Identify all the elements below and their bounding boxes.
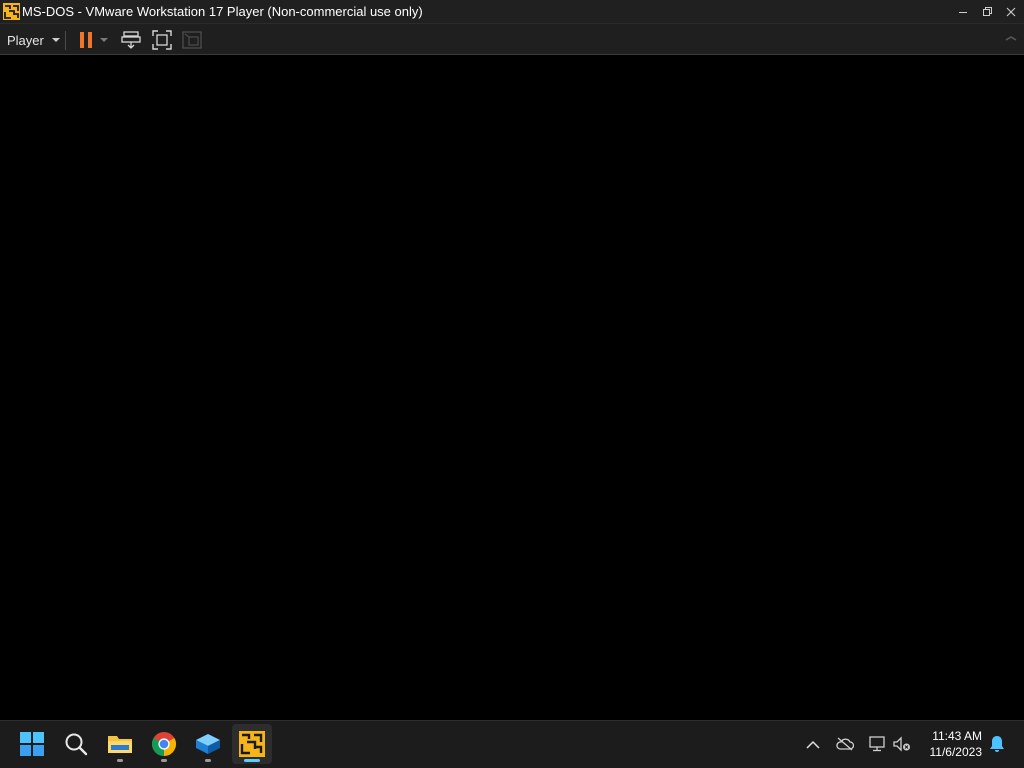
unity-button[interactable]: [181, 29, 203, 51]
vmware-icon: [3, 3, 20, 20]
chrome-icon: [151, 732, 177, 756]
clock-date: 11/6/2023: [929, 745, 983, 759]
send-ctrl-alt-del-button[interactable]: [120, 29, 142, 51]
windows-start-icon: [20, 732, 44, 756]
power-options-dropdown[interactable]: [97, 29, 111, 51]
collapse-toolbar-icon[interactable]: [1004, 34, 1018, 44]
network-status[interactable]: [866, 733, 888, 755]
pause-button[interactable]: [75, 29, 97, 51]
active-indicator: [244, 759, 260, 762]
minimize-button[interactable]: [951, 0, 975, 23]
network-icon: [869, 736, 885, 752]
chevron-up-icon: [806, 740, 820, 749]
volume-status[interactable]: [891, 733, 913, 755]
window-title: MS-DOS - VMware Workstation 17 Player (N…: [22, 4, 423, 19]
search-icon: [65, 733, 88, 756]
send-ctrl-alt-del-icon: [121, 31, 141, 49]
title-bar: MS-DOS - VMware Workstation 17 Player (N…: [0, 0, 1024, 23]
clock[interactable]: 11:43 AM 11/6/2023: [930, 728, 983, 760]
dropdown-caret-icon: [51, 37, 60, 42]
running-indicator: [117, 759, 123, 762]
onedrive-status[interactable]: [834, 733, 856, 755]
file-explorer-icon: [108, 736, 132, 753]
close-icon: [1006, 7, 1016, 16]
full-screen-icon: [152, 30, 172, 50]
file-explorer-button[interactable]: [100, 724, 140, 764]
sandbox-button[interactable]: [188, 724, 228, 764]
chrome-button[interactable]: [144, 724, 184, 764]
player-menu-label: Player: [7, 32, 44, 48]
unity-icon: [182, 31, 202, 49]
show-hidden-icons-button[interactable]: [802, 733, 824, 755]
vm-display[interactable]: [0, 55, 1024, 720]
windows-taskbar: 11:43 AM 11/6/2023: [0, 720, 1024, 768]
vmware-player-button[interactable]: [232, 724, 272, 764]
pause-icon: [80, 32, 92, 48]
cloud-off-icon: [836, 737, 854, 751]
start-button[interactable]: [12, 724, 52, 764]
minimize-icon: [959, 11, 967, 13]
search-button[interactable]: [56, 724, 96, 764]
maximize-button[interactable]: [975, 0, 999, 23]
maximize-icon: [983, 6, 992, 16]
clock-time: 11:43 AM: [932, 729, 982, 743]
toolbar-separator: [65, 31, 66, 50]
close-button[interactable]: [999, 0, 1023, 23]
notifications-button[interactable]: [986, 733, 1008, 755]
full-screen-button[interactable]: [151, 29, 173, 51]
bell-icon: [990, 736, 1004, 752]
vmware-toolbar: Player: [0, 23, 1024, 55]
running-indicator: [161, 759, 167, 762]
sandbox-icon: [196, 734, 220, 754]
dropdown-caret-icon: [100, 37, 108, 42]
speaker-muted-icon: [893, 736, 910, 752]
vmware-player-icon: [239, 731, 265, 757]
player-menu-button[interactable]: Player: [4, 29, 63, 51]
running-indicator: [205, 759, 211, 762]
